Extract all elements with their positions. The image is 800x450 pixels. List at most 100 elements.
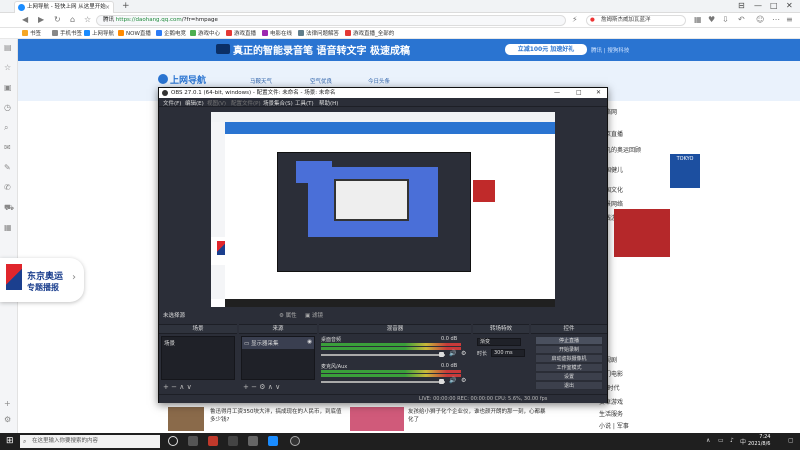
volume-slider-knob[interactable]: [439, 352, 444, 357]
taskbar-search[interactable]: ⌕ 在这里输入你要搜索的内容: [20, 435, 160, 448]
new-tab-button[interactable]: +: [122, 1, 130, 11]
star-icon[interactable]: ☆: [84, 15, 91, 24]
properties-button[interactable]: ⚙ 属性: [279, 311, 297, 319]
right-link[interactable]: 小说 | 军事: [599, 421, 629, 430]
app-icon[interactable]: [188, 436, 198, 446]
app-icon[interactable]: [208, 436, 218, 446]
minimize-button[interactable]: —: [754, 1, 762, 10]
home-icon[interactable]: ⌂: [70, 15, 75, 24]
remove-source-icon[interactable]: −: [251, 383, 257, 391]
sidebar-doc-icon[interactable]: ▦: [4, 223, 12, 232]
speaker-icon[interactable]: 🔊: [449, 350, 456, 357]
menu-view[interactable]: 视图(V): [207, 99, 226, 107]
bookmark-item[interactable]: 游戏中心: [190, 29, 220, 37]
sidebar-chat-icon[interactable]: ✆: [4, 183, 11, 192]
bookmark-item[interactable]: 书签: [22, 29, 41, 37]
exit-button[interactable]: 退出: [535, 381, 603, 390]
virtual-camera-button[interactable]: 启动虚拟摄像机: [535, 354, 603, 363]
maximize-button[interactable]: □: [770, 1, 778, 10]
heart-icon[interactable]: ♥: [708, 15, 715, 24]
bookmark-item[interactable]: 游戏直播: [226, 29, 256, 37]
move-up-icon[interactable]: ∧: [179, 383, 184, 391]
start-recording-button[interactable]: 开始录制: [535, 345, 603, 354]
volume-slider-knob[interactable]: [439, 379, 444, 384]
volume-slider[interactable]: [321, 354, 445, 356]
ad-banner[interactable]: 真正的智能录音笔 语音转文字 极速成稿 立减100元 加速好礼 腾讯 | 搜狗科…: [18, 39, 800, 61]
ime-indicator[interactable]: 中: [740, 437, 746, 446]
studio-mode-button[interactable]: 工作室模式: [535, 363, 603, 372]
obs-minimize-button[interactable]: —: [554, 88, 560, 98]
menu-edit[interactable]: 编辑(E): [185, 99, 204, 107]
close-tab-icon[interactable]: ×: [105, 2, 110, 13]
tab-daohang[interactable]: 上网导航 - 轻快上网 从这里开始 ×: [14, 1, 114, 13]
sidebar-settings-icon[interactable]: ⚙: [4, 415, 11, 424]
browser-taskbar-icon[interactable]: [268, 436, 278, 446]
olympics-badge-icon[interactable]: TOKYO: [670, 154, 700, 188]
bookmark-item[interactable]: 企鹅电竞: [156, 29, 186, 37]
eye-icon[interactable]: ◉: [307, 339, 312, 345]
menu-file[interactable]: 文件(F): [163, 99, 181, 107]
settings-button[interactable]: 设置: [535, 372, 603, 381]
news-headline[interactable]: 友孩给小狮子化个企业仪，谁也颜开朗的那一刻，心都暴化了: [408, 408, 548, 424]
tray-up-icon[interactable]: ∧: [706, 437, 710, 444]
stop-streaming-button[interactable]: 停止直播: [535, 336, 603, 345]
menu-window-icon[interactable]: ⊟: [738, 1, 745, 10]
task-view-icon[interactable]: [168, 436, 178, 446]
banner-button[interactable]: 立减100元 加速好礼: [505, 44, 587, 55]
bookmark-item[interactable]: 手机书签: [52, 29, 82, 37]
menu-profile[interactable]: 配置文件(P): [231, 99, 261, 107]
bookmark-item[interactable]: 电影在线: [262, 29, 292, 37]
obs-preview[interactable]: [211, 112, 555, 307]
gear-icon[interactable]: ⚙: [461, 350, 466, 357]
sidebar-star-icon[interactable]: ☆: [4, 63, 11, 72]
bookmark-item[interactable]: 上网导航: [84, 29, 114, 37]
volume-slider[interactable]: [321, 381, 445, 383]
move-up-icon[interactable]: ∧: [268, 383, 273, 391]
speaker-icon[interactable]: 🔊: [449, 377, 456, 384]
sidebar-cart-icon[interactable]: ⛟: [4, 203, 14, 213]
menu-help[interactable]: 帮助(H): [319, 99, 338, 107]
obs-title-bar[interactable]: OBS 27.0.1 (64-bit, windows) - 配置文件: 未命名…: [159, 88, 607, 98]
gear-icon[interactable]: ⚙: [461, 377, 466, 384]
duration-input[interactable]: 300 ms: [491, 349, 525, 357]
news-thumbnail[interactable]: [168, 407, 204, 431]
download-icon[interactable]: ⇩: [722, 15, 729, 24]
sidebar-reader-icon[interactable]: ▣: [4, 83, 12, 92]
site-logo-text[interactable]: 上网导航: [170, 73, 206, 86]
headline-link[interactable]: 今日头条: [368, 77, 390, 85]
address-bar[interactable]: 腾讯 https://daohang.qq.com/?fr=hmpage: [96, 15, 566, 26]
forward-icon[interactable]: ▶: [38, 15, 44, 24]
move-down-icon[interactable]: ∨: [187, 383, 192, 391]
start-button[interactable]: ⊞: [6, 436, 14, 446]
sidebar-note-icon[interactable]: ✎: [4, 163, 11, 172]
close-window-button[interactable]: ✕: [786, 1, 793, 10]
olympics-promo-card[interactable]: 东京奥运 专题播报 ›: [0, 258, 84, 302]
menu-icon[interactable]: ≡: [786, 15, 793, 24]
sidebar-mail-icon[interactable]: ✉: [4, 143, 11, 152]
remove-scene-icon[interactable]: −: [171, 383, 177, 391]
sidebar-add-icon[interactable]: +: [4, 399, 11, 408]
obs-taskbar-icon[interactable]: [290, 436, 300, 446]
search-input[interactable]: ● 詹姆斯杰威加瓦蓝洋: [586, 15, 686, 26]
volume-icon[interactable]: ♪: [730, 437, 734, 444]
obs-maximize-button[interactable]: □: [576, 88, 582, 98]
menu-scene-collection[interactable]: 场景集合(S): [263, 99, 293, 107]
transition-select[interactable]: 渐变: [477, 338, 521, 346]
notification-icon[interactable]: ▢: [788, 437, 794, 444]
sidebar-tabs-icon[interactable]: ▤: [4, 43, 12, 52]
scene-item[interactable]: 场景: [162, 337, 234, 349]
news-headline[interactable]: 鲁迅得月工资350块大洋，搞成现在的人民币，到底值多少钱?: [210, 408, 345, 424]
source-item[interactable]: ▭ 显示器采集 ◉: [242, 337, 314, 349]
back-icon[interactable]: ◀: [22, 15, 28, 24]
news-thumbnail[interactable]: [350, 407, 404, 431]
source-settings-icon[interactable]: ⚙: [259, 383, 265, 391]
grid-icon[interactable]: ▦: [694, 15, 702, 24]
network-icon[interactable]: ▭: [718, 437, 724, 444]
right-link[interactable]: 生活服务: [599, 409, 623, 418]
sports-image[interactable]: [614, 209, 670, 257]
add-scene-icon[interactable]: +: [163, 383, 169, 391]
app-icon[interactable]: [248, 436, 258, 446]
app-icon[interactable]: [228, 436, 238, 446]
bookmark-item[interactable]: NOW直播: [118, 29, 151, 37]
menu-tools[interactable]: 工具(T): [295, 99, 314, 107]
